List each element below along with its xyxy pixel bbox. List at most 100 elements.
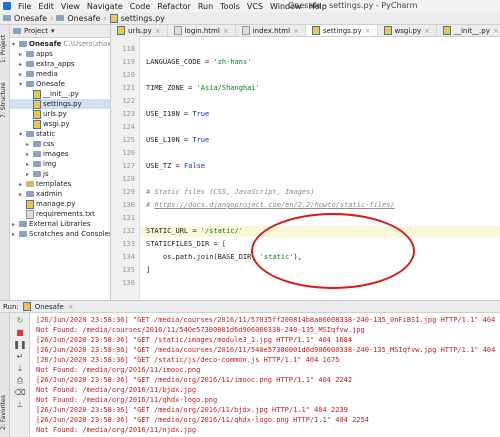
breadcrumb-module[interactable]: Onesafe: [67, 14, 100, 23]
tree-item-init[interactable]: __init__.py: [33, 89, 79, 99]
tree-item-js[interactable]: ▸ js: [26, 169, 49, 179]
rerun-icon[interactable]: ↻: [15, 316, 25, 325]
pause-icon[interactable]: ❚❚: [13, 340, 26, 349]
tab-label: wsgi.py: [394, 26, 422, 35]
tree-item-img[interactable]: ▸ img: [26, 159, 56, 169]
menu-code[interactable]: Code: [130, 2, 150, 11]
collapse-arrow-icon[interactable]: ▸: [26, 141, 31, 148]
tab-urls[interactable]: urls.py ×: [111, 25, 168, 36]
menu-file[interactable]: File: [18, 2, 31, 11]
line-number: 123: [122, 110, 135, 118]
close-icon[interactable]: ×: [155, 27, 161, 35]
line-number: 128: [122, 175, 135, 183]
run-config-tab[interactable]: Onesafe: [35, 303, 64, 311]
python-file-icon: [33, 109, 41, 119]
docs-link[interactable]: https://docs.djangoproject.com/en/2.2/ho…: [154, 201, 394, 209]
tree-item-urls[interactable]: urls.py: [33, 109, 67, 119]
tab-init[interactable]: __init__.py ×: [437, 25, 500, 36]
collapse-arrow-icon[interactable]: ▸: [12, 221, 17, 228]
tree-item-label: templates: [36, 180, 72, 188]
close-icon[interactable]: ×: [493, 27, 499, 35]
menu-edit[interactable]: Edit: [38, 2, 54, 11]
tree-item-onesafe[interactable]: ▾ Onesafe: [19, 79, 65, 89]
python-file-icon: [33, 119, 41, 129]
close-icon[interactable]: ×: [293, 27, 299, 35]
code-line: # https://docs.djangoproject.com/en/2.2/…: [146, 201, 395, 209]
console-line: [26/Jun/2020 23:58:36] "GET /media/org/2…: [36, 376, 353, 384]
close-icon[interactable]: ×: [223, 27, 229, 35]
tab-index[interactable]: index.html ×: [236, 25, 306, 36]
menu-bar: File Edit View Navigate Code Refactor Ru…: [0, 0, 500, 12]
print-icon[interactable]: ⎙: [15, 376, 25, 385]
pin-icon[interactable]: ⊥: [15, 400, 25, 409]
menu-vcs[interactable]: VCS: [247, 2, 263, 11]
tab-login[interactable]: login.html ×: [168, 25, 236, 36]
run-console[interactable]: [26/Jun/2020 23:58:36] "GET /media/cours…: [30, 313, 500, 437]
close-icon[interactable]: ×: [365, 27, 371, 35]
tree-item-label: settings.py: [43, 100, 82, 108]
collapse-arrow-icon[interactable]: ▸: [19, 61, 24, 68]
editor-tabs: urls.py × login.html × index.html × sett…: [111, 25, 500, 37]
tree-item-manage[interactable]: manage.py: [26, 199, 75, 209]
breadcrumb-separator: ›: [103, 13, 107, 23]
collapse-arrow-icon[interactable]: ▸: [12, 231, 17, 238]
tree-item-scratches[interactable]: ▸ Scratches and Consoles: [12, 229, 110, 239]
scroll-to-end-icon[interactable]: ⇣: [15, 364, 25, 373]
menu-run[interactable]: Run: [198, 2, 213, 11]
tab-wsgi[interactable]: wsgi.py ×: [378, 25, 437, 36]
code-editor[interactable]: urls.py × login.html × index.html × sett…: [111, 25, 500, 300]
tree-item-extra-apps[interactable]: ▸ extra_apps: [19, 59, 75, 69]
tree-item-apps[interactable]: ▸ apps: [19, 49, 53, 59]
menu-navigate[interactable]: Navigate: [87, 2, 123, 11]
chevron-down-icon[interactable]: ▾: [51, 27, 55, 35]
breadcrumb-file[interactable]: settings.py: [121, 14, 165, 23]
console-line: Not Found: /media/org/2016/11/bjdx.jpg: [36, 386, 197, 394]
tree-item-label: img: [43, 160, 57, 168]
code-line: USE_I18N = True: [146, 110, 209, 118]
code-line: TIME_ZONE = 'Asia/Shanghai': [146, 84, 260, 92]
tree-item-images[interactable]: ▸ images: [26, 149, 68, 159]
menu-view[interactable]: View: [61, 2, 80, 11]
folder-icon: [33, 161, 41, 167]
code-line: STATICFILES_DIR = [: [146, 240, 227, 248]
project-panel-title[interactable]: Project: [24, 27, 48, 35]
console-line: Not Found: /media/courses/2016/11/540e57…: [36, 326, 365, 334]
collapse-arrow-icon[interactable]: ▸: [19, 181, 24, 188]
collapse-arrow-icon[interactable]: ▸: [26, 171, 31, 178]
collapse-arrow-icon[interactable]: ▸: [19, 191, 24, 198]
close-icon[interactable]: ×: [424, 27, 430, 35]
collapse-arrow-icon[interactable]: ▸: [26, 151, 31, 158]
tab-label: __init__.py: [453, 26, 490, 35]
collapse-arrow-icon[interactable]: ▸: [19, 51, 24, 58]
console-line: [26/Jun/2020 23:58:36] "GET /media/org/2…: [36, 416, 369, 424]
tree-item-static[interactable]: ▾ static: [19, 129, 55, 139]
tab-settings[interactable]: settings.py ×: [305, 25, 378, 36]
tree-item-requirements[interactable]: requirements.txt: [26, 209, 95, 219]
collapse-arrow-icon[interactable]: ▸: [26, 161, 31, 168]
breadcrumb-project[interactable]: Onesafe: [14, 14, 47, 23]
expand-arrow-icon[interactable]: ▾: [19, 81, 24, 88]
tree-item-templates[interactable]: ▸ templates: [19, 179, 71, 189]
collapse-arrow-icon[interactable]: ▸: [19, 71, 24, 78]
tree-item-xadmin[interactable]: ▸ xadmin: [19, 189, 62, 199]
wrap-icon[interactable]: ↵: [15, 352, 25, 361]
favorites-tool-tab[interactable]: 2: Favorites: [0, 390, 10, 435]
tree-item-wsgi[interactable]: wsgi.py: [33, 119, 70, 129]
expand-arrow-icon[interactable]: ▾: [19, 131, 24, 138]
close-icon[interactable]: ×: [68, 303, 74, 311]
project-tool-tab[interactable]: 1: Project: [0, 29, 10, 69]
breadcrumb: Onesafe › Onesafe › settings.py: [0, 12, 500, 25]
stop-icon[interactable]: ■: [15, 328, 25, 337]
tree-item-css[interactable]: ▸ css: [26, 139, 54, 149]
menu-tools[interactable]: Tools: [220, 2, 240, 11]
structure-tool-tab[interactable]: 7: Structure: [0, 75, 10, 125]
tree-item-label: manage.py: [36, 200, 76, 208]
tree-item-settings[interactable]: settings.py: [10, 99, 110, 109]
tree-item-external-libraries[interactable]: ▸ External Libraries: [12, 219, 91, 229]
clear-icon[interactable]: ⌫: [14, 388, 25, 397]
tree-item-media[interactable]: ▸ media: [19, 69, 58, 79]
menu-refactor[interactable]: Refactor: [157, 2, 191, 11]
code-keyword: True: [192, 110, 210, 118]
tree-root[interactable]: ▾ Onesafe C:\Users\zhaw\PycharmProjects\…: [12, 39, 110, 49]
expand-arrow-icon[interactable]: ▾: [12, 41, 17, 48]
